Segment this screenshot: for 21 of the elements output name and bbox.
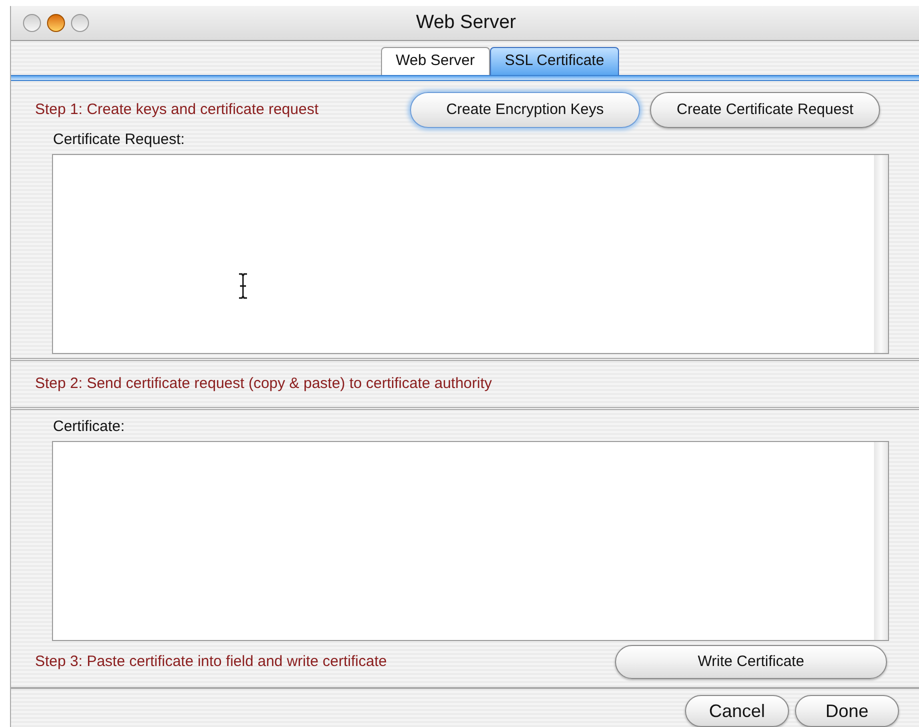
scroll-track[interactable]: [874, 442, 888, 640]
field-label: Certificate:: [52, 416, 126, 436]
step-text: Step 2: Send certificate request (copy & paste) to certificate authority: [35, 374, 492, 394]
tab[interactable]: Web Server: [380, 47, 490, 76]
close-icon[interactable]: [23, 14, 41, 32]
text-area[interactable]: [52, 154, 889, 354]
tab[interactable]: SSL Certificate: [490, 47, 620, 76]
field-label: Certificate Request:: [52, 130, 186, 150]
cancel-button[interactable]: Cancel: [685, 695, 789, 727]
zoom-icon[interactable]: [71, 14, 89, 32]
window-title: Web Server: [415, 10, 517, 35]
minimize-icon[interactable]: [47, 14, 65, 32]
done-button[interactable]: Done: [795, 695, 899, 727]
write-certificate-button[interactable]: Write Certificate: [615, 645, 887, 679]
text-cursor-icon: [238, 273, 248, 300]
step-text: Step 1: Create keys and certificate request: [34, 100, 320, 120]
create-button[interactable]: Create Encryption Keys: [410, 92, 640, 128]
create-button[interactable]: Create Certificate Request: [650, 92, 880, 128]
text-area[interactable]: [52, 441, 889, 641]
scroll-track[interactable]: [874, 155, 888, 354]
step-text: Step 3: Paste certificate into field and write certificate: [34, 652, 387, 672]
